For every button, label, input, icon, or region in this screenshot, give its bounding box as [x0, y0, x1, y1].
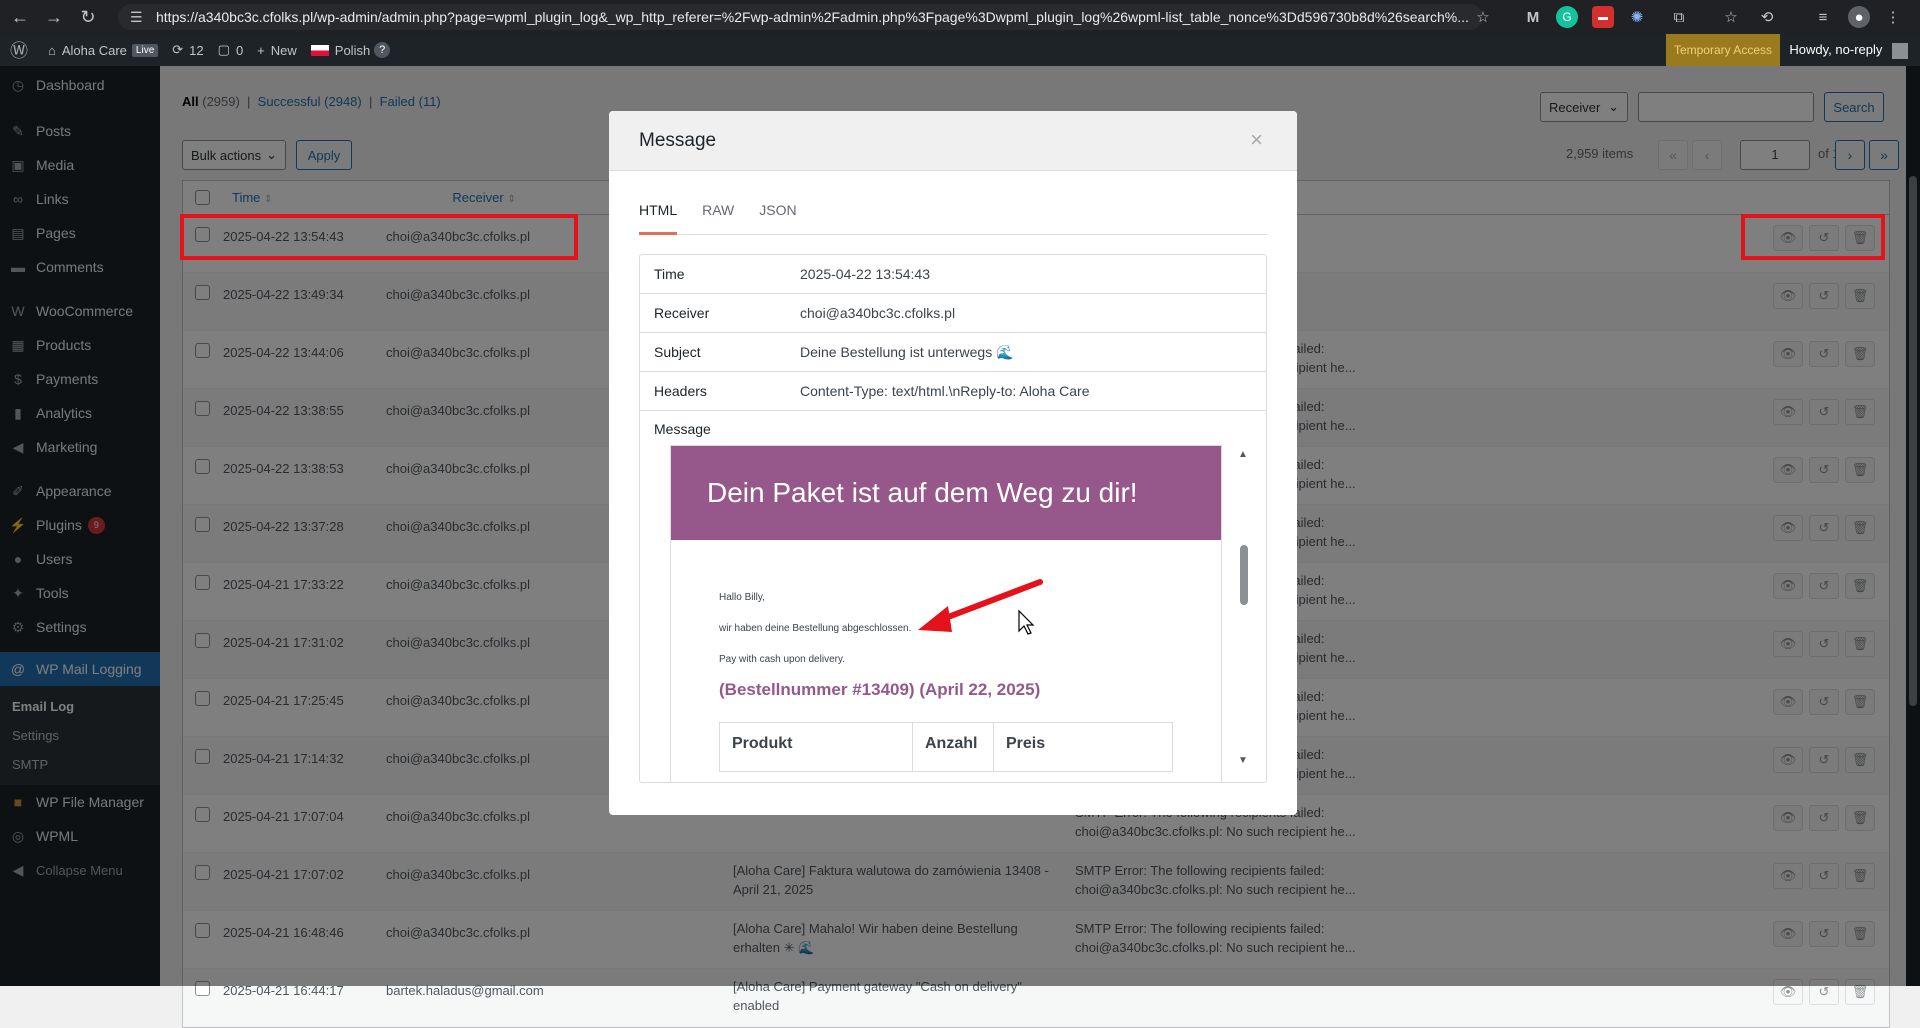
user-avatar: [1892, 42, 1908, 59]
detail-value: Content-Type: text/html.\nReply-to: Aloh…: [800, 383, 1090, 399]
modal-tabs: HTML RAW JSON: [639, 191, 1267, 235]
detail-value: Deine Bestellung ist unterwegs 🌊: [800, 343, 1014, 360]
live-badge: Live: [131, 43, 159, 57]
back-icon[interactable]: ←: [6, 3, 34, 31]
order-title: (Bestellnummer #13409) (April 22, 2025): [719, 680, 1041, 699]
help-icon: ?: [374, 42, 391, 58]
site-name-link[interactable]: ⌂ Aloha Care Live: [48, 42, 159, 58]
annotation-highlight-row: [180, 214, 578, 260]
site-name: Aloha Care: [61, 42, 127, 58]
tab-html[interactable]: HTML: [639, 191, 678, 235]
bookmark-star-icon[interactable]: ☆: [1472, 6, 1494, 28]
message-label: Message: [654, 421, 711, 437]
user-account-menu[interactable]: Howdy, no-reply: [1789, 34, 1908, 66]
order-table: Produkt Anzahl Preis: [719, 722, 1173, 772]
updates-link[interactable]: ⟳ 12: [172, 42, 203, 58]
order-column-price: Preis: [1006, 735, 1046, 752]
history-icon[interactable]: ⟲: [1756, 6, 1778, 28]
annotation-highlight-actions: [1741, 214, 1885, 260]
new-content-link[interactable]: + New: [257, 43, 297, 58]
updates-icon: ⟳: [172, 42, 184, 57]
order-column-quantity: Anzahl: [913, 723, 994, 771]
close-icon[interactable]: ×: [1250, 127, 1263, 153]
detail-label: Headers: [654, 383, 707, 399]
browser-toolbar: ← → ↻ ☰ https://a340bc3c.cfolks.pl/wp-ad…: [0, 0, 1920, 34]
detail-value: 2025-04-22 13:54:43: [800, 266, 930, 282]
email-scrollbar-thumb[interactable]: [1240, 545, 1248, 605]
modal-title: Message: [639, 130, 717, 151]
wordpress-logo-icon[interactable]: Ⓦ: [10, 37, 28, 63]
plus-icon: +: [257, 42, 265, 58]
grammarly-icon[interactable]: G: [1556, 6, 1578, 28]
temporary-access-link[interactable]: Temporary Access: [1665, 34, 1780, 66]
comment-bubble-icon: ▢: [217, 42, 230, 57]
detail-label: Time: [654, 266, 685, 282]
order-column-product: Produkt: [720, 723, 913, 771]
email-header-banner: Dein Paket ist auf dem Weg zu dir!: [671, 446, 1221, 540]
language-label: Polish: [334, 42, 371, 58]
extension-m-icon[interactable]: M: [1522, 6, 1544, 28]
new-label: New: [270, 42, 297, 58]
url-text: https://a340bc3c.cfolks.pl/wp-admin/admi…: [156, 9, 1469, 25]
detail-label: Subject: [654, 344, 701, 360]
scroll-down-icon[interactable]: ▼: [1238, 755, 1248, 766]
reload-icon[interactable]: ↻: [74, 3, 102, 31]
detail-row-subject: Subject Deine Bestellung ist unterwegs 🌊: [640, 333, 1266, 372]
extension-gear-icon[interactable]: ✺: [1626, 6, 1648, 28]
comments-count: 0: [235, 42, 244, 58]
scroll-up-icon[interactable]: ▲: [1238, 449, 1248, 460]
detail-row-time: Time 2025-04-22 13:54:43: [640, 255, 1266, 294]
detail-value: choi@a340bc3c.cfolks.pl: [800, 305, 956, 321]
email-preview: Dein Paket ist auf dem Weg zu dir! Hallo…: [670, 445, 1222, 782]
detail-row-headers: Headers Content-Type: text/html.\nReply-t…: [640, 372, 1266, 411]
detail-row-receiver: Receiver choi@a340bc3c.cfolks.pl: [640, 294, 1266, 333]
detail-label: Receiver: [654, 305, 710, 321]
menu-dots-icon[interactable]: ⋮: [1882, 6, 1904, 28]
reading-list-icon[interactable]: ≡: [1812, 6, 1834, 28]
site-info-icon[interactable]: ☰: [130, 4, 143, 30]
updates-count: 12: [189, 42, 204, 58]
forward-icon[interactable]: →: [40, 3, 68, 31]
email-line-2: Pay with cash upon delivery.: [719, 654, 845, 665]
polish-flag-icon: [310, 44, 329, 56]
profile-avatar[interactable]: ●: [1848, 6, 1870, 28]
extensions-puzzle-icon[interactable]: ⧉: [1668, 6, 1690, 28]
tab-json[interactable]: JSON: [759, 191, 796, 235]
address-bar[interactable]: ☰ https://a340bc3c.cfolks.pl/wp-admin/ad…: [118, 4, 1483, 30]
wp-admin-bar: Ⓦ ⌂ Aloha Care Live ⟳ 12 ▢ 0 + New Polis…: [0, 34, 1920, 66]
message-details: Time 2025-04-22 13:54:43 Receiver choi@a34…: [639, 254, 1267, 783]
email-scrollbar[interactable]: ▲ ▼: [1236, 449, 1250, 779]
message-modal: Message × HTML RAW JSON Time 2025-04-22 1…: [609, 111, 1297, 815]
extension-red-icon[interactable]: ▬: [1592, 6, 1614, 28]
email-preview-frame[interactable]: Dein Paket ist auf dem Weg zu dir! Hallo…: [640, 445, 1266, 782]
language-switcher[interactable]: Polish ?: [310, 42, 391, 58]
email-line-1: wir haben deine Bestellung abgeschlossen…: [719, 623, 912, 634]
modal-header: Message ×: [609, 111, 1297, 171]
howdy-text: Howdy, no-reply: [1789, 42, 1883, 57]
bookmarks-icon[interactable]: ☆: [1720, 6, 1742, 28]
email-greeting: Hallo Billy,: [719, 592, 765, 603]
comments-link[interactable]: ▢ 0: [218, 42, 244, 58]
tab-raw[interactable]: RAW: [702, 191, 734, 235]
home-icon: ⌂: [48, 42, 56, 58]
